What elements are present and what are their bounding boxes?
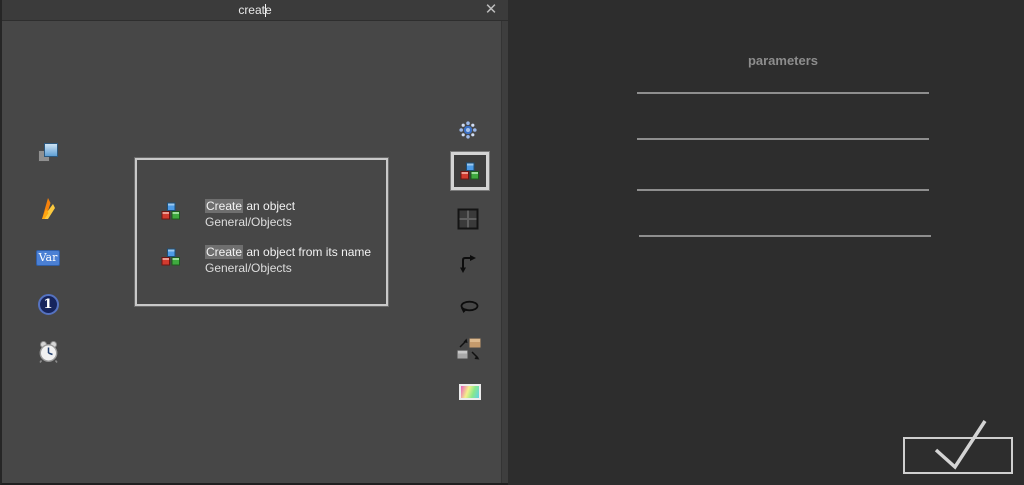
parameters-panel: parameters <box>508 0 1024 485</box>
gear-icon <box>459 121 477 139</box>
objects-cubes-icon <box>161 248 180 266</box>
title-rest: an object from its name <box>243 245 372 259</box>
parameter-field-3[interactable] <box>637 189 929 191</box>
result-group: General/Objects <box>205 261 292 275</box>
matched-text: Create <box>205 245 244 259</box>
tab-color[interactable] <box>458 383 482 401</box>
text-caret <box>265 4 266 17</box>
tab-objects-selected[interactable] <box>450 151 490 191</box>
parameters-title: parameters <box>747 53 819 68</box>
var-icon: Var <box>36 250 60 266</box>
parameter-field-4[interactable] <box>639 235 931 237</box>
objects-cubes-icon <box>161 202 180 220</box>
result-create-object-from-name[interactable]: Create an object from its name General/O… <box>137 244 386 282</box>
title-rest: an object <box>243 199 296 213</box>
category-variables[interactable]: Var <box>35 250 61 266</box>
grid-icon <box>457 208 479 230</box>
category-firebase[interactable] <box>35 195 61 221</box>
tab-settings[interactable] <box>457 120 479 140</box>
gradient-icon <box>459 384 481 400</box>
check-icon <box>934 420 987 470</box>
category-timers[interactable] <box>35 340 61 363</box>
tab-path[interactable] <box>458 253 478 274</box>
tab-grid[interactable] <box>457 208 479 230</box>
result-create-an-object[interactable]: Create an object General/Objects <box>137 198 386 236</box>
category-scene-objects[interactable] <box>35 143 61 164</box>
search-input[interactable] <box>62 1 448 19</box>
matched-text: Create <box>205 199 244 213</box>
flame-icon <box>42 198 55 219</box>
category-number[interactable]: 1 <box>35 294 61 315</box>
tab-rotation[interactable] <box>458 300 480 314</box>
search-panel: ✕ Var 1 <box>0 0 510 485</box>
parameter-field-1[interactable] <box>637 92 929 94</box>
result-title: Create an object <box>205 199 295 213</box>
number-one-icon: 1 <box>37 294 59 315</box>
overlapping-squares-icon <box>37 143 59 164</box>
alarm-clock-icon <box>38 341 58 363</box>
tab-z-order[interactable] <box>455 336 483 362</box>
result-title: Create an object from its name <box>205 245 371 259</box>
loop-icon <box>460 300 478 313</box>
swap-squares-icon <box>456 337 482 360</box>
path-arrow-icon <box>460 254 476 273</box>
instruction-search-window: ✕ Var 1 <box>0 0 1024 485</box>
search-bar: ✕ <box>2 0 508 21</box>
search-results-box: Create an object General/Objects Create … <box>134 157 389 307</box>
parameter-field-2[interactable] <box>637 138 929 140</box>
objects-cubes-icon <box>460 162 479 180</box>
close-icon[interactable]: ✕ <box>482 1 500 19</box>
result-group: General/Objects <box>205 215 292 229</box>
